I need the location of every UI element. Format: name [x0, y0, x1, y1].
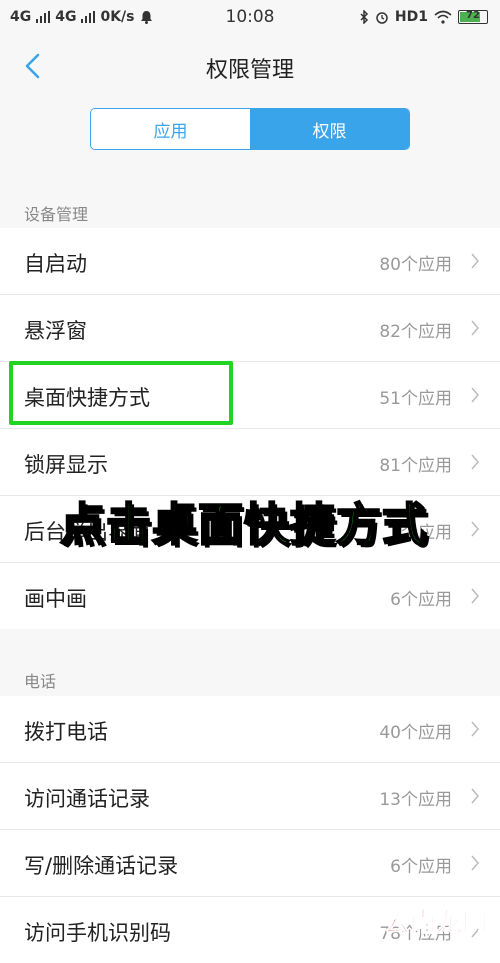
row-name: 访问通话记录 — [24, 787, 150, 811]
watermark: 云南龙网 — [383, 908, 488, 939]
row-name: 悬浮窗 — [24, 319, 87, 343]
section-label-device-management: 设备管理 — [24, 205, 89, 224]
chevron-right-icon — [471, 588, 479, 604]
hd-label: HD1 — [394, 9, 428, 25]
permission-row-read-call-log[interactable]: 访问通话记录 13个应用 — [0, 763, 500, 830]
tab-permissions[interactable]: 权限 — [250, 109, 409, 149]
row-count: 6个应用 — [390, 590, 452, 610]
row-name: 锁屏显示 — [24, 453, 108, 477]
page-title: 权限管理 — [205, 58, 294, 83]
row-name: 画中画 — [24, 587, 87, 611]
row-count: 40个应用 — [379, 723, 452, 743]
device-management-list: 自启动 80个应用 悬浮窗 82个应用 桌面快捷方式 51个应用 锁屏显示 81… — [0, 228, 500, 629]
header: 权限管理 — [0, 36, 500, 98]
chevron-right-icon — [471, 387, 479, 403]
status-bar: 4G 4G 0K/s 10:08 HD1 72 — [0, 0, 500, 36]
wifi-icon — [434, 10, 452, 24]
chevron-right-icon — [471, 454, 479, 470]
row-count: 80个应用 — [379, 255, 452, 275]
row-count: 51个应用 — [379, 389, 452, 409]
permission-row-lockscreen-display[interactable]: 锁屏显示 81个应用 — [0, 429, 500, 496]
permission-row-floating-window[interactable]: 悬浮窗 82个应用 — [0, 295, 500, 362]
row-count: 82个应用 — [379, 322, 452, 342]
battery-icon: 72 — [458, 10, 488, 24]
chevron-right-icon — [471, 788, 479, 804]
permission-row-picture-in-picture[interactable]: 画中画 6个应用 — [0, 563, 500, 629]
chevron-right-icon — [471, 521, 479, 537]
chevron-right-icon — [471, 320, 479, 336]
section-label-phone: 电话 — [24, 672, 57, 691]
row-name: 自启动 — [24, 252, 87, 276]
segmented-control: 应用 权限 — [90, 108, 410, 150]
instruction-overlay: 点击桌面快捷方式 — [59, 497, 429, 552]
row-name: 访问手机识别码 — [24, 921, 171, 945]
permission-row-autostart[interactable]: 自启动 80个应用 — [0, 228, 500, 295]
row-count: 13个应用 — [379, 790, 452, 810]
chevron-right-icon — [471, 253, 479, 269]
tab-apps[interactable]: 应用 — [91, 109, 250, 149]
permission-row-write-call-log[interactable]: 写/删除通话记录 6个应用 — [0, 830, 500, 897]
row-count: 6个应用 — [390, 857, 452, 877]
row-name: 写/删除通话记录 — [24, 854, 179, 878]
highlight-box — [9, 361, 233, 425]
alarm-icon — [376, 12, 388, 24]
row-count: 81个应用 — [379, 456, 452, 476]
permission-row-make-calls[interactable]: 拨打电话 40个应用 — [0, 696, 500, 763]
chevron-right-icon — [471, 855, 479, 871]
chevron-right-icon — [471, 721, 479, 737]
row-name: 拨打电话 — [24, 720, 108, 744]
bluetooth-icon — [360, 10, 368, 24]
status-right: HD1 72 — [359, 9, 488, 25]
